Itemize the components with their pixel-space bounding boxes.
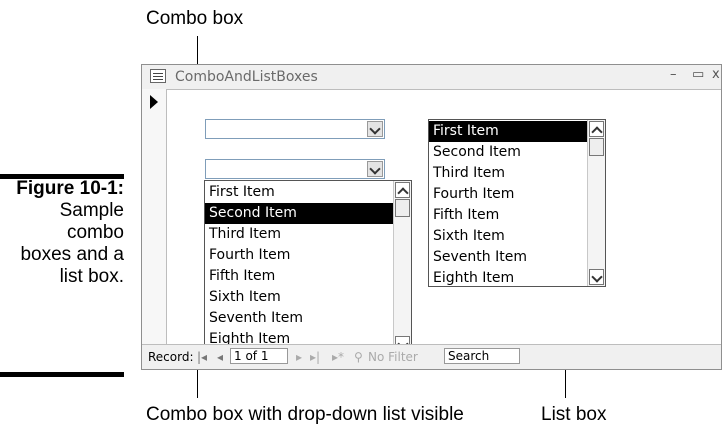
- current-record-icon: [150, 95, 158, 109]
- combo-box[interactable]: [205, 119, 385, 139]
- dropdown-arrow-button[interactable]: [367, 121, 383, 137]
- title-bar: ComboAndListBoxes – ▭ x: [142, 65, 721, 90]
- new-record-button[interactable]: ▸*: [332, 350, 344, 364]
- caption-line: Sample: [59, 200, 124, 221]
- minimize-button[interactable]: –: [670, 67, 677, 82]
- caption-line: combo: [66, 222, 124, 243]
- scroll-down-button[interactable]: [589, 269, 604, 285]
- dropdown-item[interactable]: Seventh Item: [205, 308, 411, 329]
- list-item[interactable]: Sixth Item: [429, 226, 605, 247]
- chevron-up-icon: [397, 187, 409, 199]
- figure-caption: Figure 10-1: Sample combo boxes and a li…: [16, 178, 124, 288]
- previous-record-button[interactable]: ◂: [217, 350, 223, 364]
- callout-combo-dropdown: Combo box with drop-down list visible: [146, 404, 464, 425]
- dropdown-item[interactable]: First Item: [205, 182, 411, 203]
- list-item[interactable]: Fourth Item: [429, 184, 605, 205]
- dropdown-item[interactable]: Fifth Item: [205, 266, 411, 287]
- callout-combo-box: Combo box: [146, 8, 244, 29]
- chevron-down-icon: [591, 271, 603, 283]
- dropdown-item-selected[interactable]: Second Item: [205, 203, 411, 224]
- list-item[interactable]: Seventh Item: [429, 247, 605, 268]
- window-title: ComboAndListBoxes: [175, 69, 318, 85]
- form-icon: [150, 69, 166, 83]
- no-filter-indicator[interactable]: No Filter: [368, 350, 418, 364]
- caption-line: boxes and a: [20, 244, 124, 265]
- first-record-button[interactable]: |◂: [197, 350, 207, 364]
- scroll-thumb[interactable]: [589, 138, 604, 156]
- callout-list-box: List box: [541, 404, 607, 425]
- maximize-button[interactable]: ▭: [692, 67, 704, 82]
- record-label: Record:: [148, 350, 194, 364]
- scroll-thumb[interactable]: [395, 199, 410, 217]
- list-item[interactable]: Eighth Item: [429, 268, 605, 286]
- caption-line: list box.: [59, 266, 124, 287]
- record-selector[interactable]: [142, 89, 167, 345]
- figure-number: Figure 10-1:: [16, 178, 124, 199]
- caption-rule-bottom: [0, 372, 124, 377]
- scroll-up-button[interactable]: [589, 121, 604, 138]
- list-item[interactable]: Third Item: [429, 163, 605, 184]
- list-item[interactable]: Fifth Item: [429, 205, 605, 226]
- list-box[interactable]: First Item Second Item Third Item Fourth…: [428, 119, 606, 287]
- last-record-button[interactable]: ▸|: [310, 350, 320, 364]
- filter-icon[interactable]: ⚲: [354, 350, 363, 364]
- list-item[interactable]: Second Item: [429, 142, 605, 163]
- form-window: ComboAndListBoxes – ▭ x First Item Secon…: [141, 64, 722, 370]
- scroll-up-button[interactable]: [395, 182, 410, 199]
- list-scrollbar[interactable]: [587, 120, 605, 286]
- chevron-down-icon: [369, 163, 381, 175]
- record-navigation-bar: Record: |◂ ◂ 1 of 1 ▸ ▸| ▸* ⚲ No Filter …: [142, 344, 721, 369]
- dropdown-item[interactable]: Sixth Item: [205, 287, 411, 308]
- combo-dropdown-list[interactable]: First Item Second Item Third Item Fourth…: [204, 180, 412, 354]
- chevron-up-icon: [591, 126, 603, 138]
- close-button[interactable]: x: [712, 67, 720, 82]
- combo-box-open[interactable]: [205, 159, 385, 179]
- dropdown-arrow-button[interactable]: [367, 161, 383, 177]
- list-item-selected[interactable]: First Item: [429, 121, 605, 142]
- search-field[interactable]: Search: [444, 348, 520, 364]
- dropdown-item[interactable]: Fourth Item: [205, 245, 411, 266]
- dropdown-scrollbar[interactable]: [393, 181, 411, 353]
- current-record-field[interactable]: 1 of 1: [230, 348, 288, 364]
- next-record-button[interactable]: ▸: [296, 350, 302, 364]
- chevron-down-icon: [369, 123, 381, 135]
- dropdown-item[interactable]: Third Item: [205, 224, 411, 245]
